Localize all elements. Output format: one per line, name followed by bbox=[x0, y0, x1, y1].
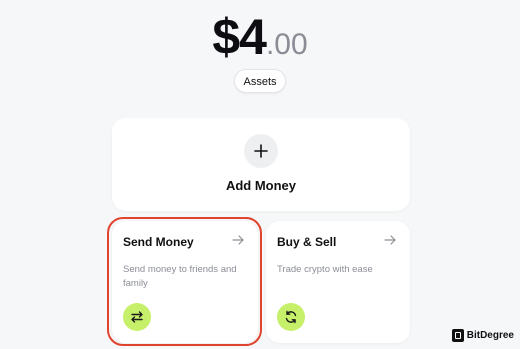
arrow-right-icon bbox=[384, 235, 396, 245]
add-money-button[interactable] bbox=[244, 134, 278, 168]
buy-sell-title: Buy & Sell bbox=[277, 235, 337, 249]
watermark-text: BitDegree bbox=[466, 329, 514, 341]
buy-sell-card[interactable]: Buy & Sell Trade crypto with ease bbox=[266, 221, 410, 343]
refresh-icon bbox=[285, 310, 297, 324]
plus-icon bbox=[254, 144, 268, 158]
buy-sell-button[interactable] bbox=[277, 303, 305, 331]
bitdegree-watermark: BitDegree bbox=[451, 327, 514, 343]
add-money-label: Add Money bbox=[225, 178, 297, 193]
balance-display: $4.00 bbox=[0, 8, 520, 72]
buy-sell-description: Trade crypto with ease bbox=[277, 264, 373, 275]
balance-whole: $4 bbox=[212, 9, 267, 65]
bitdegree-logo-icon bbox=[451, 328, 464, 342]
add-money-card[interactable]: Add Money bbox=[112, 118, 410, 211]
wallet-page: $4.00 Assets Add Money Send Money Send m… bbox=[0, 0, 520, 349]
assets-button[interactable]: Assets bbox=[234, 69, 286, 93]
send-money-highlight bbox=[107, 217, 262, 346]
balance-cents: .00 bbox=[265, 28, 308, 61]
